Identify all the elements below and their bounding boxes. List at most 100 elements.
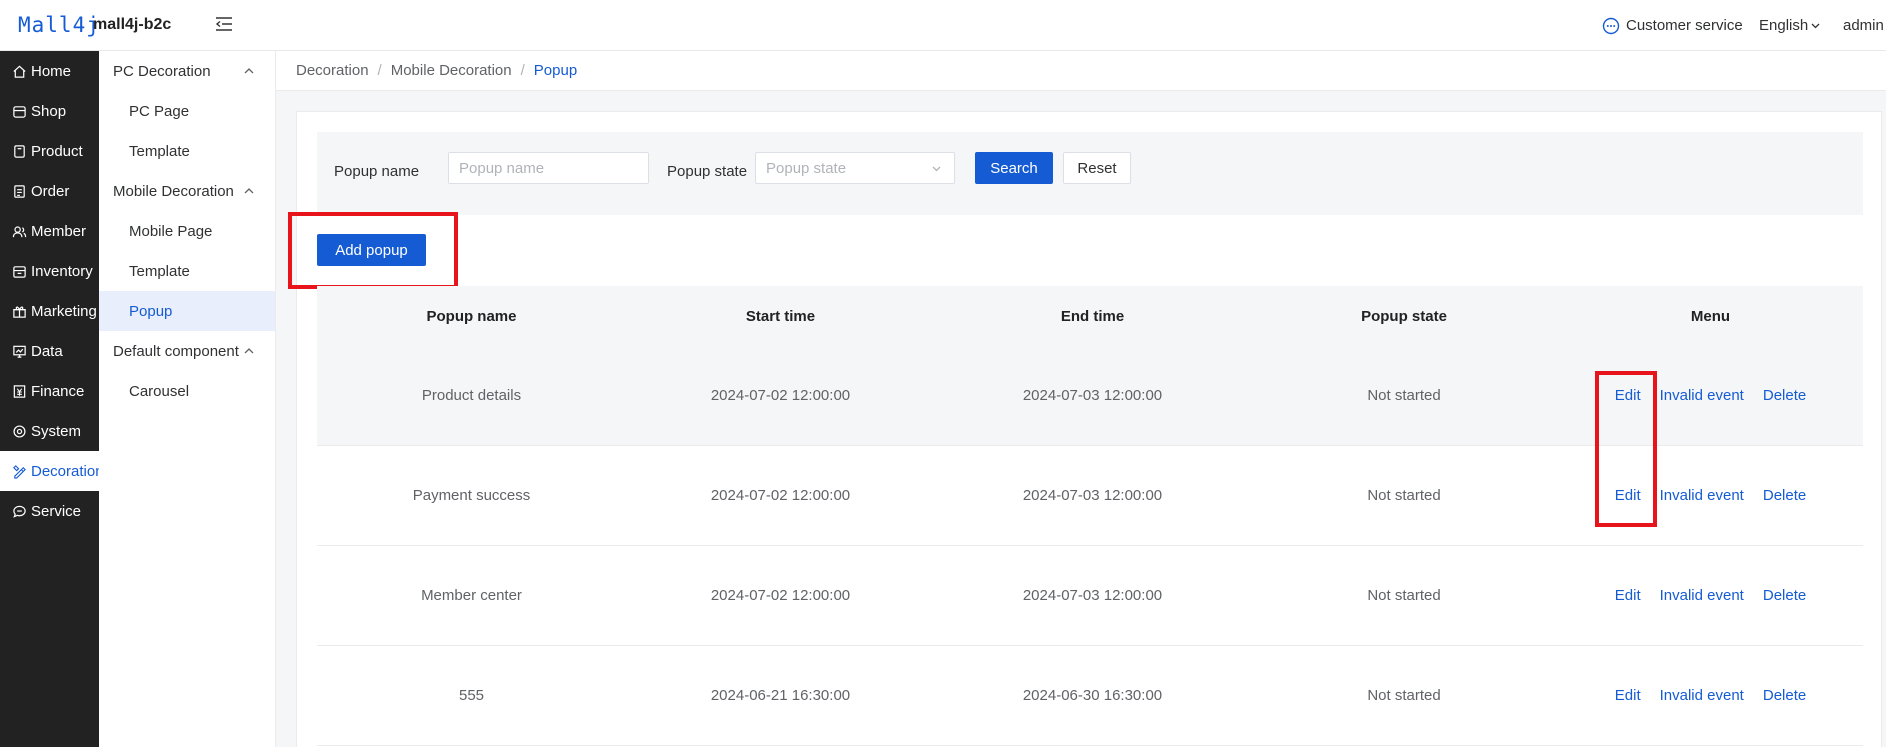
invalid-event-link[interactable]: Invalid event <box>1660 687 1744 704</box>
sidebar-item-inventory[interactable]: Inventory <box>0 251 99 291</box>
popup-name-input[interactable] <box>448 152 649 184</box>
delete-link[interactable]: Delete <box>1763 587 1806 604</box>
table-row: Member center 2024-07-02 12:00:00 2024-0… <box>317 546 1863 646</box>
filter-bar: Popup name Popup state Popup state Searc… <box>317 132 1863 215</box>
sidebar-item-system[interactable]: System <box>0 411 99 451</box>
cell-popup-name: Product details <box>421 387 522 404</box>
sidebar-item-service[interactable]: Service <box>0 491 99 531</box>
cell-menu: Edit Invalid event Delete <box>1558 687 1863 704</box>
sidebar-item-home[interactable]: Home <box>0 51 99 91</box>
cell-popup-name: Member center <box>421 587 522 604</box>
cell-popup-state: Not started <box>1367 587 1441 604</box>
invalid-event-link[interactable]: Invalid event <box>1660 487 1744 504</box>
chart-icon <box>13 345 26 358</box>
submenu-item-label: Popup <box>129 302 173 320</box>
column-header: End time <box>1060 307 1125 325</box>
user-name: admin <box>1843 17 1884 34</box>
breadcrumb-separator: / <box>377 62 382 79</box>
submenu-item-label: Carousel <box>129 382 190 400</box>
delete-link[interactable]: Delete <box>1763 487 1806 504</box>
search-button[interactable]: Search <box>975 152 1053 184</box>
logo[interactable]: Mall4j <box>18 13 100 37</box>
breadcrumb: Decoration / Mobile Decoration / Popup <box>276 51 1886 91</box>
cell-popup-state: Not started <box>1367 487 1441 504</box>
sidebar-item-label: Decoration <box>31 462 104 480</box>
finance-icon <box>13 384 26 398</box>
cell-popup-state: Not started <box>1367 687 1441 704</box>
submenu-item-popup[interactable]: Popup <box>99 291 275 331</box>
edit-link[interactable]: Edit <box>1615 687 1641 704</box>
sidebar-item-label: Home <box>31 62 72 80</box>
breadcrumb-item[interactable]: Mobile Decoration <box>391 62 512 79</box>
main-sidebar: Home Shop Product Order Member Inventory… <box>0 51 104 747</box>
gift-icon <box>13 306 26 318</box>
sidebar-item-order[interactable]: Order <box>0 171 99 211</box>
cell-popup-name: 555 <box>458 687 485 704</box>
sidebar-item-label: System <box>31 422 82 440</box>
chevron-up-icon <box>244 68 254 74</box>
delete-link[interactable]: Delete <box>1763 387 1806 404</box>
chevron-up-icon <box>244 188 254 194</box>
submenu-group-default-component[interactable]: Default component <box>99 331 275 371</box>
sidebar-item-label: Order <box>31 182 70 200</box>
sidebar-item-label: Finance <box>31 382 85 400</box>
language-label: English <box>1759 17 1809 34</box>
shop-name: mall4j-b2c <box>93 16 172 33</box>
sidebar-item-product[interactable]: Product <box>0 131 99 171</box>
inventory-icon <box>13 265 26 278</box>
popup-state-label: Popup state <box>667 163 748 180</box>
customer-service[interactable]: Customer service <box>1602 0 1743 51</box>
content-panel: Popup name Popup state Popup state Searc… <box>288 111 1882 747</box>
highlight-box-edit <box>1595 371 1657 527</box>
submenu-group-label: Default component <box>113 342 239 360</box>
collapse-menu-icon[interactable] <box>214 15 234 33</box>
cell-popup-name: Payment success <box>412 487 531 504</box>
popup-state-select[interactable]: Popup state <box>755 152 955 184</box>
submenu-group-label: PC Decoration <box>113 62 211 80</box>
edit-link[interactable]: Edit <box>1615 587 1641 604</box>
column-header: Popup state <box>1361 307 1447 325</box>
sidebar-item-shop[interactable]: Shop <box>0 91 99 131</box>
gear-icon <box>13 424 26 438</box>
submenu-item-pc-template[interactable]: Template <box>99 131 275 171</box>
cell-end-time: 2024-06-30 16:30:00 <box>1022 687 1163 704</box>
chat-dots-icon <box>1602 17 1620 34</box>
language-select[interactable]: English <box>1759 0 1821 51</box>
chevron-down-icon <box>932 166 941 171</box>
invalid-event-link[interactable]: Invalid event <box>1660 587 1744 604</box>
chevron-up-icon <box>244 348 254 354</box>
sidebar-item-member[interactable]: Member <box>0 211 99 251</box>
reset-button[interactable]: Reset <box>1063 152 1131 184</box>
table-header: Popup name Start time End time Popup sta… <box>317 286 1863 346</box>
submenu-item-mobile-template[interactable]: Template <box>99 251 275 291</box>
sidebar-item-marketing[interactable]: Marketing <box>0 291 99 331</box>
delete-link[interactable]: Delete <box>1763 687 1806 704</box>
sidebar-item-label: Data <box>31 342 63 360</box>
invalid-event-link[interactable]: Invalid event <box>1660 387 1744 404</box>
submenu-group-mobile[interactable]: Mobile Decoration <box>99 171 275 211</box>
table-row: 555 2024-06-21 16:30:00 2024-06-30 16:30… <box>317 646 1863 746</box>
cell-end-time: 2024-07-03 12:00:00 <box>1022 587 1163 604</box>
shop-icon <box>13 105 26 118</box>
submenu-item-pc-page[interactable]: PC Page <box>99 91 275 131</box>
sidebar-item-finance[interactable]: Finance <box>0 371 99 411</box>
column-header: Menu <box>1690 307 1731 325</box>
sidebar-item-data[interactable]: Data <box>0 331 99 371</box>
popup-state-placeholder: Popup state <box>766 159 847 177</box>
home-icon <box>13 65 26 78</box>
member-icon <box>12 225 27 237</box>
submenu-item-mobile-page[interactable]: Mobile Page <box>99 211 275 251</box>
submenu-item-carousel[interactable]: Carousel <box>99 371 275 411</box>
submenu-item-label: Template <box>129 142 190 160</box>
breadcrumb-item[interactable]: Decoration <box>296 62 369 79</box>
sidebar-item-decoration[interactable]: Decoration <box>0 451 104 491</box>
customer-service-label: Customer service <box>1626 17 1743 34</box>
brush-icon <box>13 464 26 479</box>
cell-menu: Edit Invalid event Delete <box>1558 587 1863 604</box>
cell-start-time: 2024-07-02 12:00:00 <box>710 387 851 404</box>
cell-start-time: 2024-07-02 12:00:00 <box>710 487 851 504</box>
submenu-group-pc[interactable]: PC Decoration <box>99 51 275 91</box>
sidebar-item-label: Shop <box>31 102 67 120</box>
chat-icon <box>13 505 26 518</box>
user-menu[interactable]: admin <box>1843 0 1884 51</box>
